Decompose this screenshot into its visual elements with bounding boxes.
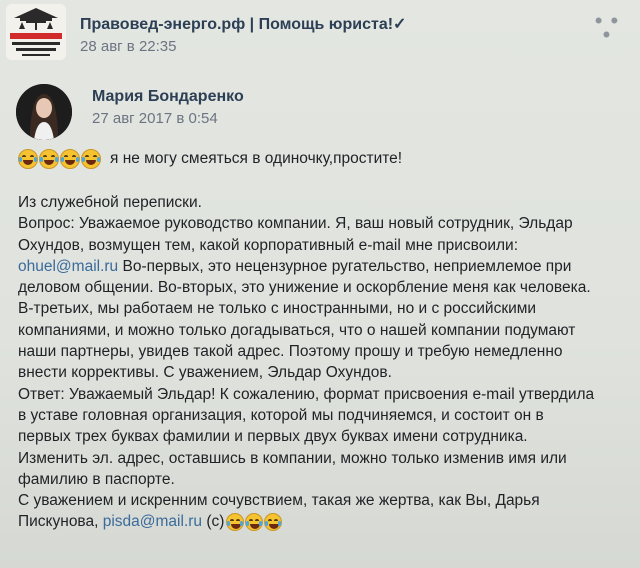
lead-text: я не могу смеяться в одиночку,простите! (110, 150, 403, 167)
group-logo[interactable] (6, 4, 66, 60)
body-line: Изменить эл. адрес, оставшись в компании… (18, 449, 567, 467)
laughing-crying-emoji-icon (39, 149, 59, 169)
body-line: Охундов, возмущен тем, какой корпоративн… (18, 236, 518, 254)
avatar[interactable] (16, 84, 72, 140)
body-line: внести коррективы. С уважением, Эльдар О… (18, 364, 392, 382)
post-card: Правовед-энерго.рф | Помощь юриста!✓ 28 … (0, 0, 640, 568)
body-line: С уважением и искренним сочувствием, так… (18, 492, 540, 510)
author-post-date[interactable]: 27 авг 2017 в 0:54 (92, 110, 218, 127)
group-name[interactable]: Правовед-энерго.рф | Помощь юриста!✓ (80, 14, 406, 34)
group-header: Правовед-энерго.рф | Помощь юриста!✓ 28 … (0, 0, 640, 64)
email-link[interactable]: ohuel@mail.ru (18, 258, 118, 275)
body-line: деловом общении. Во-вторых, это унижение… (18, 279, 591, 297)
body-line: Из служебной переписки. (18, 194, 202, 211)
laughing-crying-emoji-icon (60, 149, 80, 169)
body-line-text: Пискунова, (18, 513, 99, 531)
body-line: фамилию в паспорте. (18, 470, 175, 488)
more-horizontal-icon[interactable]: • • • (590, 10, 624, 46)
body-line: наши партнеры, увидев такой адрес. Поэто… (18, 343, 563, 361)
laughing-crying-emoji-icon (264, 513, 283, 532)
emoji-group (226, 513, 283, 532)
post-lead: я не могу смеяться в одиночку,простите! (18, 148, 402, 170)
body-line: первых трех буквах фамилии и первых двух… (18, 428, 528, 446)
copyright-text: (с) (206, 513, 225, 531)
body-line: Вопрос: Уважаемое руководство компании. … (18, 215, 573, 233)
laughing-crying-emoji-icon (81, 149, 101, 169)
post-body: Из служебной переписки. Вопрос: Уважаемо… (18, 192, 628, 533)
group-post-date[interactable]: 28 авг в 22:35 (80, 38, 176, 55)
author-header: Мария Бондаренко 27 авг 2017 в 0:54 (0, 70, 640, 140)
body-line: В-третьих, мы работаем не только с иност… (18, 300, 537, 318)
body-line: Ответ: Уважаемый Эльдар! К сожалению, фо… (18, 385, 595, 403)
body-line: Пискунова, pisda@mail.ru (с) (18, 511, 628, 532)
body-line-text: Во-первых, это нецензурное ругательство,… (122, 257, 572, 275)
laughing-crying-emoji-icon (18, 149, 38, 169)
body-line: в уставе головная организация, которой м… (18, 406, 544, 424)
body-line: компаниями, и можно только догадываться,… (18, 321, 576, 339)
laughing-crying-emoji-icon (226, 513, 245, 532)
body-line: ohuel@mail.ru Во-первых, это нецензурное… (18, 256, 628, 277)
author-name[interactable]: Мария Бондаренко (92, 88, 244, 106)
email-link[interactable]: pisda@mail.ru (103, 513, 202, 530)
laughing-crying-emoji-icon (245, 513, 264, 532)
